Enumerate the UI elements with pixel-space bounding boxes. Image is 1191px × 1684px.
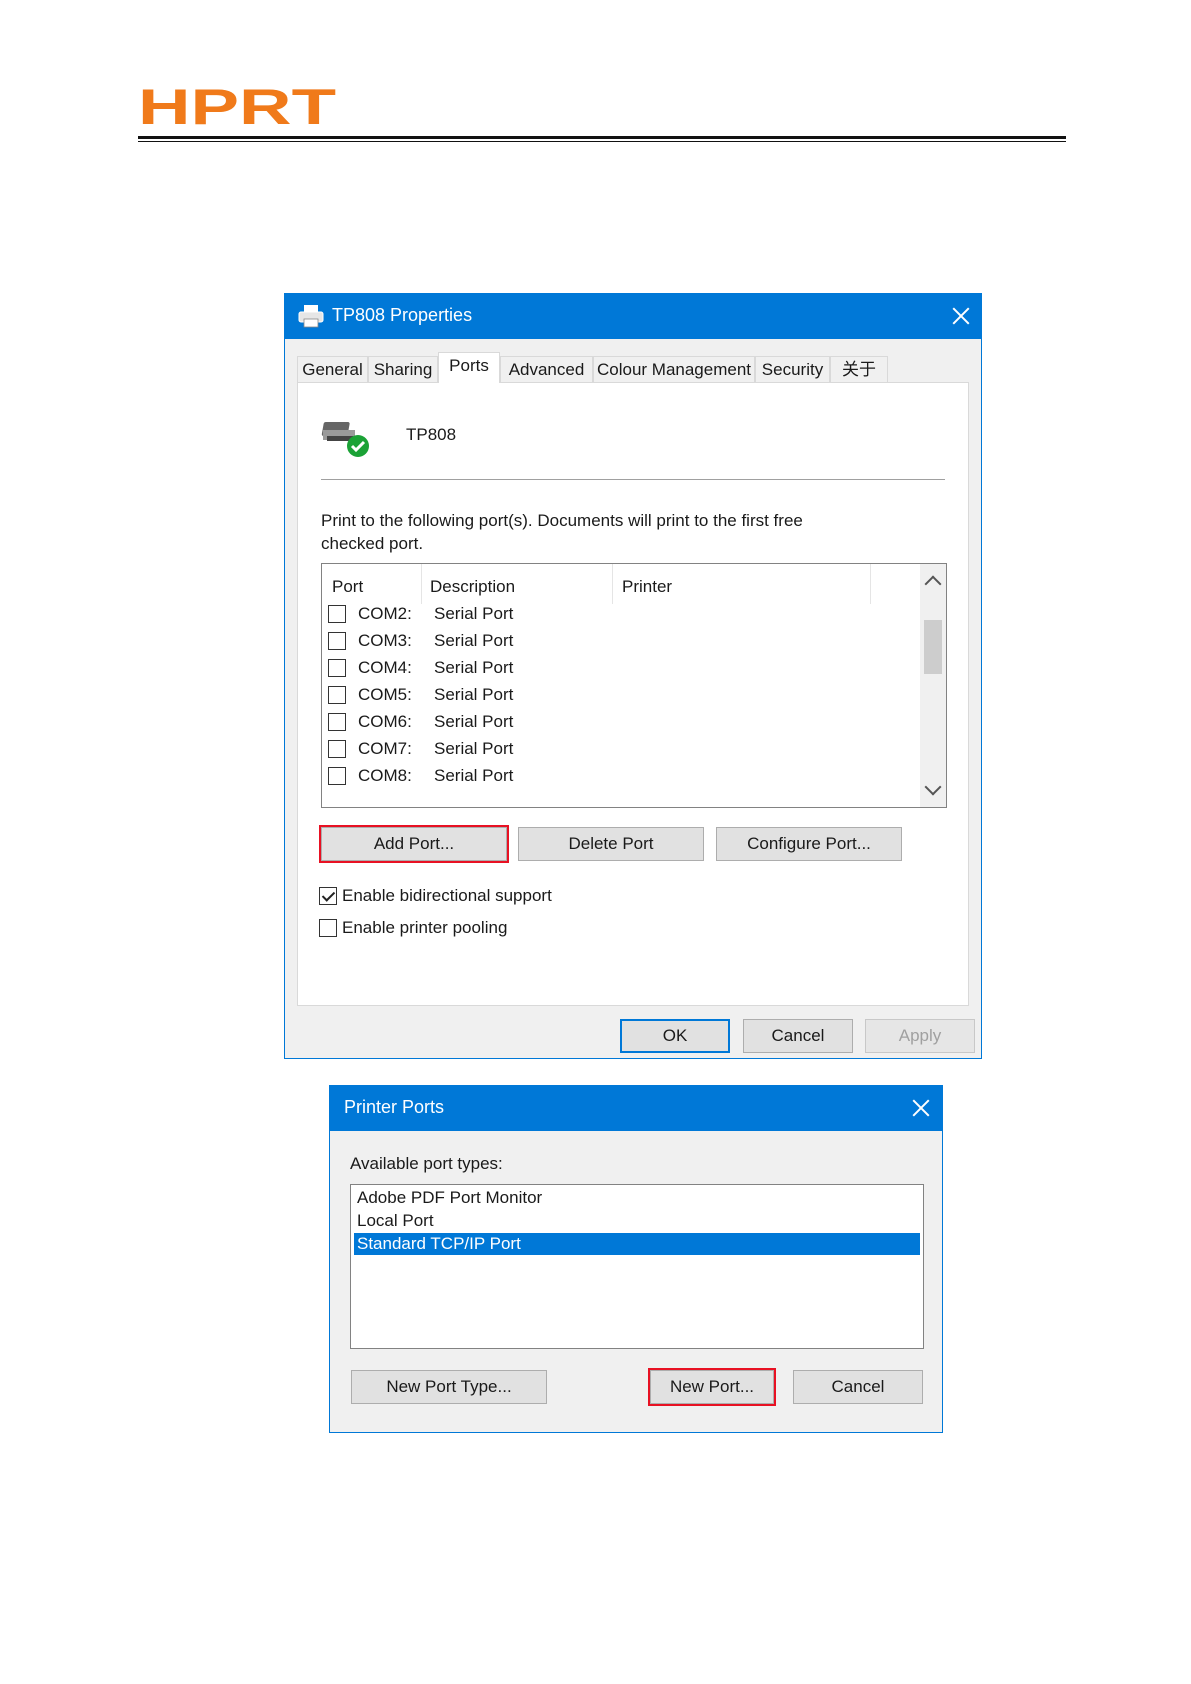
port-description: Serial Port — [434, 739, 514, 758]
bidirectional-checkbox[interactable] — [319, 887, 337, 905]
add-port-button[interactable]: Add Port... — [321, 827, 507, 861]
header-rule-thin — [138, 141, 1066, 142]
column-header-description[interactable]: Description — [430, 573, 515, 601]
port-row[interactable]: COM8: Serial Port — [328, 764, 918, 790]
port-description: Serial Port — [434, 766, 514, 785]
tab-colour-management[interactable]: Colour Management — [593, 356, 755, 382]
column-divider — [421, 564, 422, 604]
printer-ports-dialog: Printer Ports Available port types: Adob… — [329, 1085, 943, 1433]
port-type-item-selected[interactable]: Standard TCP/IP Port — [354, 1233, 920, 1255]
ok-button[interactable]: OK — [620, 1019, 730, 1053]
hprt-logo: HPRT — [138, 84, 336, 128]
pooling-checkbox[interactable] — [319, 919, 337, 937]
title-bar: TP808 Properties — [285, 293, 981, 339]
port-name: COM2: — [358, 604, 412, 623]
delete-port-button[interactable]: Delete Port — [518, 827, 704, 861]
separator — [321, 479, 945, 480]
tab-advanced[interactable]: Advanced — [500, 356, 593, 382]
port-description: Serial Port — [434, 604, 514, 623]
column-divider — [870, 564, 871, 604]
instruction-line-1: Print to the following port(s). Document… — [321, 511, 803, 530]
tab-general[interactable]: General — [297, 356, 368, 382]
printer-icon — [298, 305, 324, 328]
logo-text: HPRT — [138, 84, 336, 128]
tab-security[interactable]: Security — [755, 356, 830, 382]
printer-ready-icon — [321, 422, 369, 457]
port-description: Serial Port — [434, 712, 514, 731]
new-port-button[interactable]: New Port... — [650, 1370, 774, 1404]
header-rule — [138, 136, 1066, 139]
close-icon[interactable] — [910, 1097, 932, 1119]
port-type-item[interactable]: Adobe PDF Port Monitor — [354, 1187, 920, 1209]
port-name: COM4: — [358, 658, 412, 677]
ports-panel: TP808 Print to the following port(s). Do… — [297, 382, 969, 1006]
port-row[interactable]: COM2: Serial Port — [328, 602, 918, 628]
port-row[interactable]: COM6: Serial Port — [328, 710, 918, 736]
column-header-printer[interactable]: Printer — [622, 573, 672, 601]
apply-button[interactable]: Apply — [865, 1019, 975, 1053]
bidirectional-label[interactable]: Enable bidirectional support — [342, 886, 552, 906]
cancel-button[interactable]: Cancel — [793, 1370, 923, 1404]
close-icon[interactable] — [950, 305, 972, 327]
port-type-item[interactable]: Local Port — [354, 1210, 920, 1232]
port-list-scrollbar[interactable] — [920, 564, 946, 807]
available-port-types-label: Available port types: — [350, 1154, 503, 1173]
tab-about[interactable]: 关于 — [830, 356, 888, 382]
pooling-label[interactable]: Enable printer pooling — [342, 918, 507, 938]
port-row[interactable]: COM5: Serial Port — [328, 683, 918, 709]
port-name: COM6: — [358, 712, 412, 731]
configure-port-button[interactable]: Configure Port... — [716, 827, 902, 861]
chevron-down-icon[interactable] — [924, 778, 942, 796]
column-divider — [612, 564, 613, 604]
port-checkbox[interactable] — [328, 713, 346, 731]
port-row[interactable]: COM7: Serial Port — [328, 737, 918, 763]
tab-ports[interactable]: Ports — [438, 352, 500, 383]
port-type-list[interactable]: Adobe PDF Port Monitor Local Port Standa… — [350, 1184, 924, 1349]
port-name: COM5: — [358, 685, 412, 704]
port-description: Serial Port — [434, 631, 514, 650]
printer-name: TP808 — [406, 425, 457, 444]
instruction-line-2: checked port. — [321, 534, 424, 553]
instruction-text: Print to the following port(s). Document… — [321, 509, 921, 555]
chevron-up-icon[interactable] — [924, 575, 942, 593]
dialog-title: TP808 Properties — [332, 305, 473, 325]
printer-properties-dialog: TP808 Properties General Sharing Ports A… — [284, 293, 982, 1059]
port-name: COM7: — [358, 739, 412, 758]
dialog-title: Printer Ports — [344, 1097, 445, 1117]
port-checkbox[interactable] — [328, 659, 346, 677]
port-checkbox[interactable] — [328, 605, 346, 623]
port-description: Serial Port — [434, 658, 514, 677]
port-name: COM8: — [358, 766, 412, 785]
tab-sharing[interactable]: Sharing — [368, 356, 438, 382]
new-port-type-button[interactable]: New Port Type... — [351, 1370, 547, 1404]
port-row[interactable]: COM3: Serial Port — [328, 629, 918, 655]
scrollbar-thumb[interactable] — [924, 620, 942, 674]
port-row[interactable]: COM4: Serial Port — [328, 656, 918, 682]
port-checkbox[interactable] — [328, 686, 346, 704]
port-checkbox[interactable] — [328, 767, 346, 785]
port-name: COM3: — [358, 631, 412, 650]
column-header-port[interactable]: Port — [332, 573, 363, 601]
port-checkbox[interactable] — [328, 740, 346, 758]
cancel-button[interactable]: Cancel — [743, 1019, 853, 1053]
port-list[interactable]: Port Description Printer COM2: Serial Po… — [321, 563, 947, 808]
port-description: Serial Port — [434, 685, 514, 704]
title-bar: Printer Ports — [330, 1085, 942, 1131]
port-checkbox[interactable] — [328, 632, 346, 650]
